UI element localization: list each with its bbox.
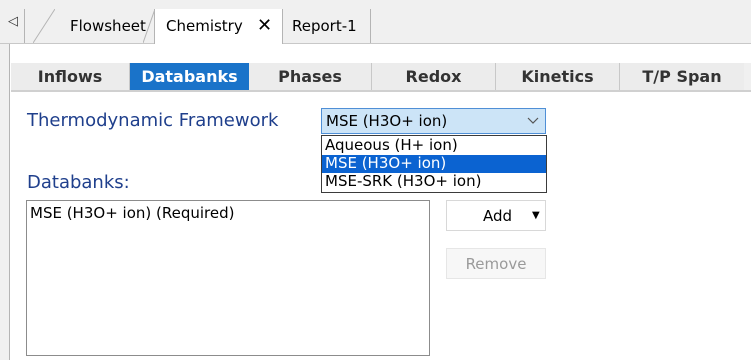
section-tab-databanks[interactable]: Databanks [130, 63, 249, 90]
framework-option-mse-srk[interactable]: MSE-SRK (H3O+ ion) [322, 173, 546, 191]
section-tab-redox[interactable]: Redox [372, 63, 495, 90]
framework-option-mse[interactable]: MSE (H3O+ ion) [322, 155, 546, 173]
section-tab-kinetics[interactable]: Kinetics [496, 63, 619, 90]
tab-flowsheet-label: Flowsheet [70, 17, 146, 35]
framework-dropdown-list: Aqueous (H+ ion) MSE (H3O+ ion) MSE-SRK … [321, 135, 547, 193]
databanks-label: Databanks: [27, 172, 130, 193]
section-tab-phases[interactable]: Phases [249, 63, 371, 90]
framework-label: Thermodynamic Framework [27, 110, 279, 131]
tab-report-1[interactable]: Report-1 [283, 9, 370, 43]
tab-flowsheet[interactable]: Flowsheet [25, 9, 160, 43]
tab-chemistry-label: Chemistry [166, 17, 243, 35]
caret-down-icon[interactable]: ▼ [532, 201, 540, 231]
tab-report-1-label: Report-1 [292, 17, 357, 35]
section-tab-inflows[interactable]: Inflows [11, 63, 129, 90]
section-tab-tp-span[interactable]: T/P Span [620, 63, 744, 90]
framework-select[interactable]: MSE (H3O+ ion) [321, 108, 546, 134]
tab-chemistry[interactable]: Chemistry ✕ [154, 9, 283, 44]
tab-separator [370, 9, 371, 43]
add-button[interactable]: Add ▼ [446, 200, 546, 231]
section-tab-underline [11, 90, 751, 92]
document-tab-strip: ◁ Flowsheet Chemistry ✕ Report-1 [0, 0, 751, 44]
remove-button[interactable]: Remove [446, 248, 546, 279]
list-item[interactable]: MSE (H3O+ ion) (Required) [30, 204, 234, 222]
tab-scroll-left-icon[interactable]: ◁ [2, 8, 24, 36]
chevron-down-icon[interactable] [527, 109, 539, 133]
framework-option-aqueous[interactable]: Aqueous (H+ ion) [322, 137, 546, 155]
framework-select-value: MSE (H3O+ ion) [326, 112, 448, 130]
databanks-listbox[interactable]: MSE (H3O+ ion) (Required) [26, 200, 430, 356]
tab-slant-left [33, 9, 55, 43]
section-tab-bar: Inflows Databanks Phases Redox Kinetics … [11, 63, 751, 90]
add-button-label: Add [483, 207, 513, 225]
close-icon[interactable]: ✕ [257, 9, 272, 43]
